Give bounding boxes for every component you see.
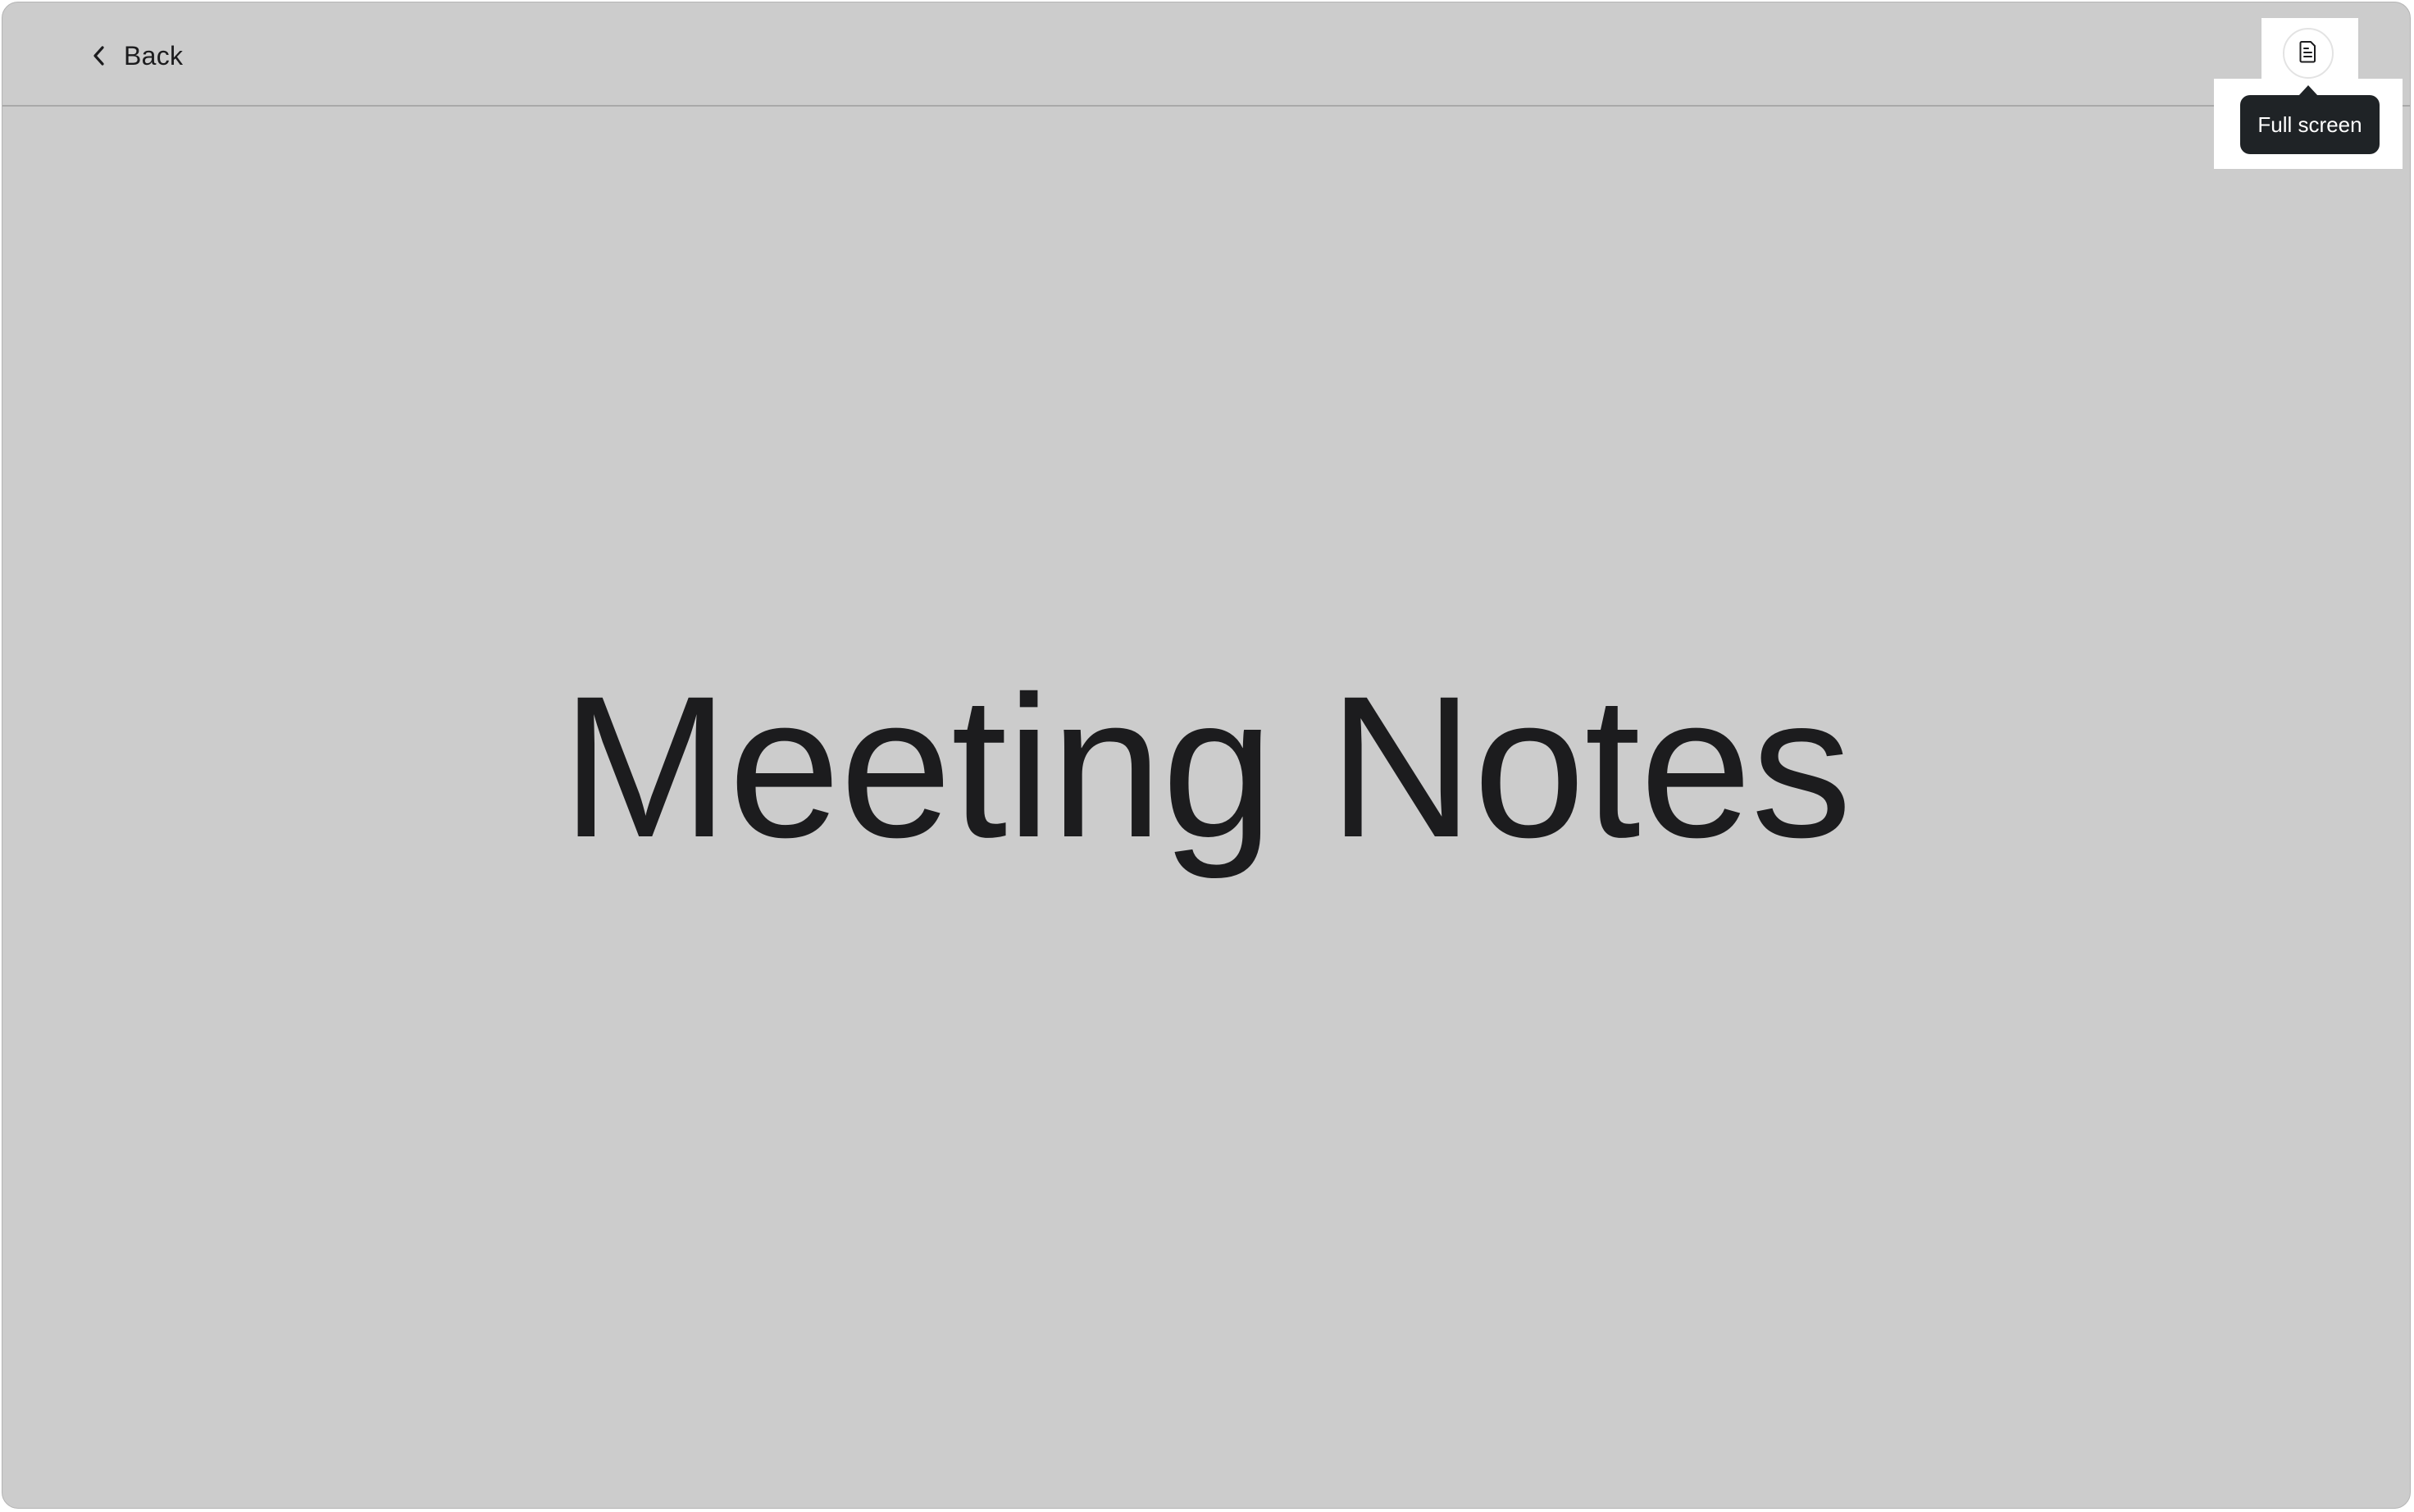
- slide-title-text: Meeting Notes: [561, 654, 1851, 880]
- fullscreen-button[interactable]: [2283, 28, 2334, 79]
- presentation-window: Back Meeting Notes: [2, 2, 2411, 1509]
- document-icon: [2298, 40, 2318, 67]
- fullscreen-tooltip: Full screen: [2240, 95, 2380, 154]
- slide-title: Meeting Notes: [2, 2, 2410, 1508]
